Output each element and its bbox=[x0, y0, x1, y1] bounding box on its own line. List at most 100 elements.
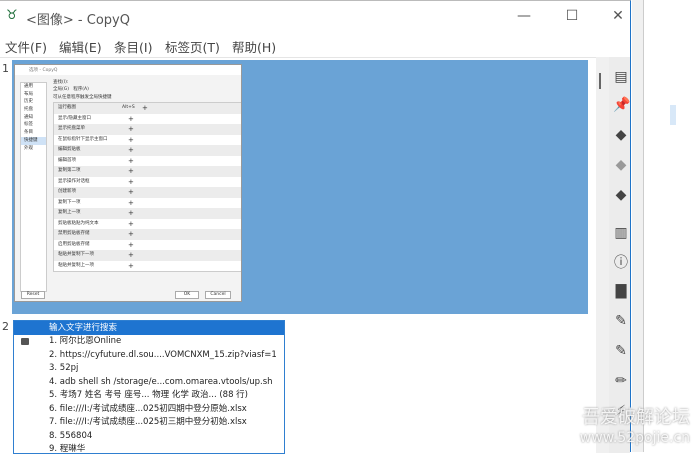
image-shortcut-row: 启用剪贴板存储 + bbox=[54, 240, 241, 251]
list-item-menu-image[interactable]: 输入文字进行搜索 1. 阿尔比恩Online 2. https://cyfutur… bbox=[13, 320, 285, 454]
vertical-scrollbar[interactable] bbox=[596, 57, 609, 453]
image-shortcut-row: 复制上一项 + bbox=[54, 208, 241, 219]
menu-file[interactable]: 文件(F) bbox=[5, 37, 47, 56]
pencil-icon[interactable]: ✏ bbox=[613, 373, 629, 389]
menu-entry[interactable]: 3. 52pj bbox=[14, 362, 284, 376]
menu-edit[interactable]: 编辑(E) bbox=[59, 37, 102, 56]
image-add-icon: + bbox=[128, 177, 134, 186]
menu-entry[interactable]: 1. 阿尔比恩Online bbox=[14, 335, 284, 349]
copyq-logo-icon: ♉ bbox=[6, 8, 18, 23]
menu-tabs[interactable]: 标签页(T) bbox=[165, 37, 220, 56]
menu-entry[interactable]: 9. 程琳华 bbox=[14, 443, 284, 457]
edit-icon[interactable]: ✎ bbox=[613, 313, 629, 329]
image-shortcut-label: 禁用剪贴板存储 bbox=[58, 231, 90, 236]
image-add-icon: + bbox=[128, 188, 134, 196]
image-shortcut-label: 运行截图 bbox=[58, 105, 76, 110]
image-shortcut-label: 编辑首项 bbox=[58, 157, 76, 163]
minimize-button[interactable]: — bbox=[509, 5, 539, 27]
menu-entry[interactable]: 2. https://cyfuture.dl.sou....VOMCNXM_15… bbox=[14, 349, 284, 363]
list-item-image[interactable]: 选项 - CopyQ 通用 布局 历史 托盘 通知 标签 条目 快捷键 外观 查… bbox=[12, 60, 588, 314]
image-sidebar-item: 通知 bbox=[24, 114, 33, 120]
image-add-icon: + bbox=[128, 261, 134, 270]
image-cancel-button: Cancel bbox=[205, 291, 231, 299]
new-item-icon[interactable]: ▤ bbox=[613, 69, 629, 85]
close-button[interactable]: ✕ bbox=[603, 5, 633, 27]
image-shortcut-row: 显示托盘菜单 + bbox=[54, 124, 241, 135]
clipboard-icon[interactable]: ▥ bbox=[613, 225, 629, 241]
clipboard-item-list[interactable]: 1 选项 - CopyQ 通用 布局 历史 托盘 通知 标签 条目 快捷键 外观… bbox=[0, 57, 596, 454]
menu-entry[interactable]: 6. file:///I:/考试成绩座...025初四期中登分原始.xlsx bbox=[14, 403, 284, 417]
image-add-icon: + bbox=[128, 114, 134, 123]
window-title: <图像> - CopyQ bbox=[26, 13, 130, 28]
pin-icon[interactable]: 📌 bbox=[613, 97, 630, 113]
item-number: 2 bbox=[2, 320, 9, 333]
edit-notes-icon[interactable]: ✎ bbox=[613, 343, 629, 359]
scrollbar-thumb[interactable] bbox=[599, 73, 601, 89]
image-shortcut-row: 禁用剪贴板存储 + bbox=[54, 229, 241, 240]
image-tab: 全局(G) bbox=[53, 87, 69, 92]
image-shortcut-label: 粘贴并复制下一项 bbox=[58, 252, 94, 257]
image-reset-button: Reset bbox=[21, 291, 45, 299]
background-selection bbox=[670, 105, 676, 125]
menu-entry[interactable]: 8. 556804 bbox=[14, 430, 284, 444]
image-shortcut-row: 运行截图 Alt+S + bbox=[54, 103, 241, 114]
image-add-icon: + bbox=[128, 198, 134, 207]
background-window-edge bbox=[632, 0, 644, 452]
image-add-icon: + bbox=[128, 230, 134, 238]
image-shortcut-label: 粘贴并复制上一项 bbox=[58, 262, 94, 268]
image-shortcut-label: 在鼠标指针下显示主窗口 bbox=[58, 136, 108, 142]
image-sidebar-item: 布局 bbox=[24, 91, 33, 97]
image-shortcut-label: 编辑剪贴板 bbox=[58, 147, 81, 152]
image-ok-button: OK bbox=[175, 291, 199, 299]
maximize-button[interactable]: ☐ bbox=[557, 5, 587, 27]
image-sidebar: 通用 布局 历史 托盘 通知 标签 条目 快捷键 外观 bbox=[20, 82, 47, 292]
image-shortcut-row: 编辑剪贴板 + bbox=[54, 145, 241, 156]
menu-entry[interactable]: 5. 考场7 姓名 考号 座号... 物理 化学 政治... (88 行) bbox=[14, 389, 284, 403]
info-icon[interactable]: ⓘ bbox=[613, 255, 629, 271]
image-hint: 可从任意程序触发全局快捷键 bbox=[53, 95, 112, 100]
menu-entry[interactable]: 4. adb shell sh /storage/e...com.omarea.… bbox=[14, 376, 284, 390]
tag-icon[interactable]: ◆ bbox=[613, 127, 629, 143]
image-sidebar-item: 托盘 bbox=[24, 107, 33, 113]
image-sidebar-item: 历史 bbox=[24, 99, 33, 105]
menu-item[interactable]: 条目(I) bbox=[114, 37, 152, 56]
image-sidebar-item: 标签 bbox=[24, 122, 33, 128]
image-add-icon: + bbox=[128, 209, 134, 217]
image-shortcut-row: 显示操作对话框 + bbox=[54, 177, 241, 188]
image-shortcut-row: 剪贴板粘贴为纯文本 + bbox=[54, 219, 241, 230]
menu-entry[interactable]: 7. file:///I:/考试成绩座...025初三期中登分初始.xlsx bbox=[14, 416, 284, 430]
copyq-window: ♉ <图像> - CopyQ — ☐ ✕ 文件(F) 编辑(E) 条目(I) 标… bbox=[0, 0, 631, 454]
image-search-label: 查找(I): bbox=[53, 80, 69, 85]
trash-icon[interactable]: ▇ bbox=[613, 283, 629, 299]
image-add-icon: + bbox=[128, 135, 134, 144]
tag-disabled-icon[interactable]: ◆ bbox=[613, 157, 629, 173]
image-shortcut-label: 显示托盘菜单 bbox=[58, 126, 85, 131]
screenshot-image: 选项 - CopyQ 通用 布局 历史 托盘 通知 标签 条目 快捷键 外观 查… bbox=[14, 64, 242, 302]
item-number: 1 bbox=[2, 62, 9, 75]
image-shortcut-row: 复制下一项 + bbox=[54, 198, 241, 209]
image-add-icon: + bbox=[128, 156, 134, 165]
image-sidebar-item-selected: 快捷键 bbox=[21, 136, 46, 145]
image-shortcut-row: 创建新项 + bbox=[54, 187, 241, 198]
image-shortcut-row: 粘贴并复制下一项 + bbox=[54, 250, 241, 261]
image-shortcut-label: 复制第二项 bbox=[58, 168, 81, 173]
image-shortcut-label: 创建新项 bbox=[58, 189, 76, 194]
image-add-icon: + bbox=[128, 167, 134, 175]
watermark-text: 吾爱破解论坛 bbox=[582, 407, 690, 428]
image-sidebar-item: 条目 bbox=[24, 130, 33, 136]
image-sidebar-item: 通用 bbox=[24, 84, 33, 89]
search-field[interactable]: 输入文字进行搜索 bbox=[14, 321, 284, 335]
image-shortcut-label: 显示操作对话框 bbox=[58, 178, 90, 184]
image-shortcut-row: 在鼠标指针下显示主窗口 + bbox=[54, 135, 241, 146]
image-add-icon: + bbox=[128, 240, 134, 249]
title-bar: ♉ <图像> - CopyQ — ☐ ✕ bbox=[0, 1, 630, 31]
tag-icon[interactable]: ◆ bbox=[613, 187, 629, 203]
image-add-icon: + bbox=[128, 125, 134, 133]
menu-help[interactable]: 帮助(H) bbox=[232, 37, 276, 56]
image-shortcut-label: 显示/隐藏主窗口 bbox=[58, 115, 92, 121]
image-main: 查找(I): 全局(G) 程序(A) 可从任意程序触发全局快捷键 运行截图 Alt… bbox=[53, 79, 241, 291]
image-tab: 程序(A) bbox=[73, 87, 89, 92]
image-add-icon: + bbox=[128, 219, 134, 228]
image-title: 选项 - CopyQ bbox=[15, 65, 241, 75]
image-shortcut-label: 复制下一项 bbox=[58, 199, 81, 205]
